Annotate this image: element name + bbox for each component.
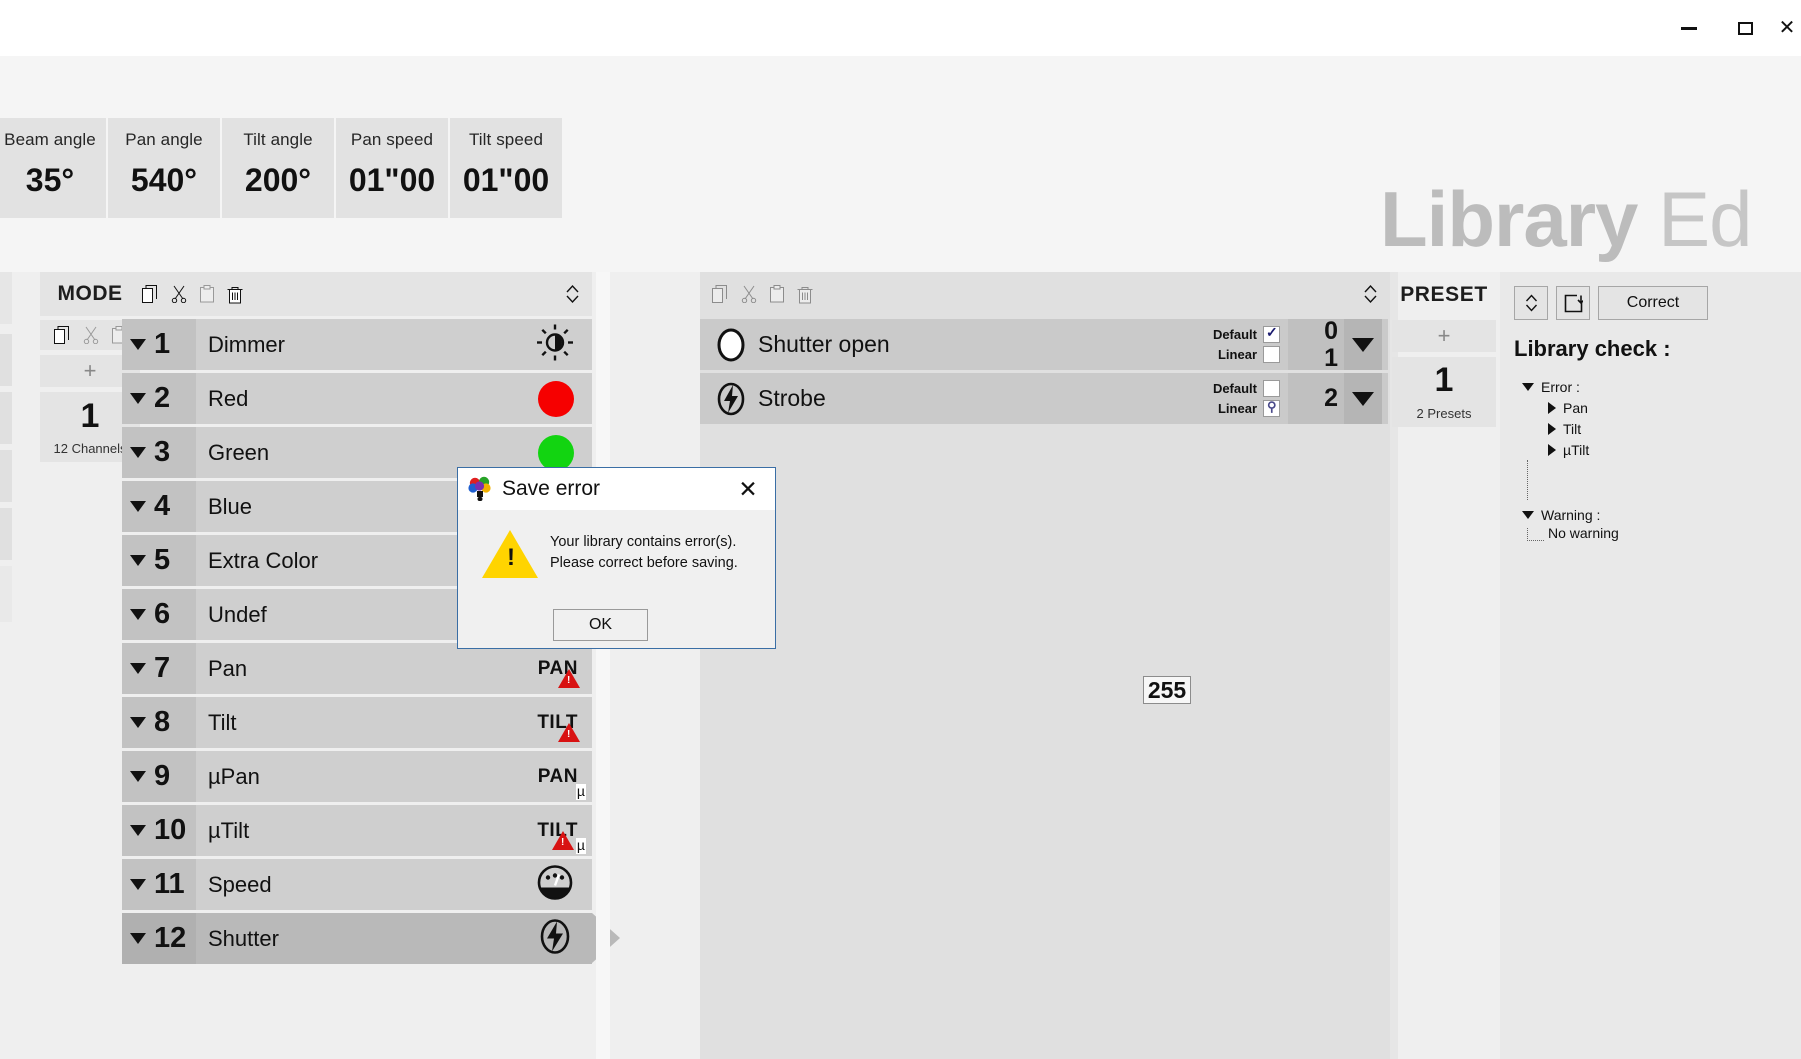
dialog-title: Save error: [502, 477, 601, 500]
dialog-close-button[interactable]: ✕: [731, 472, 765, 506]
dialog-body: ! Your library contains error(s). Please…: [458, 510, 775, 650]
dialog-message-line1: Your library contains error(s).: [550, 534, 737, 550]
modal-overlay: Save error ✕ ! Your library contains err…: [0, 0, 1801, 1059]
dialog-message: Your library contains error(s). Please c…: [550, 532, 738, 574]
bulb-icon: [468, 476, 492, 502]
dialog-message-line2: Please correct before saving.: [550, 555, 738, 572]
warning-triangle-icon: !: [482, 530, 538, 578]
save-error-dialog: Save error ✕ ! Your library contains err…: [457, 467, 776, 649]
dialog-ok-button[interactable]: OK: [553, 609, 648, 641]
dialog-title-bar: Save error ✕: [458, 468, 775, 510]
